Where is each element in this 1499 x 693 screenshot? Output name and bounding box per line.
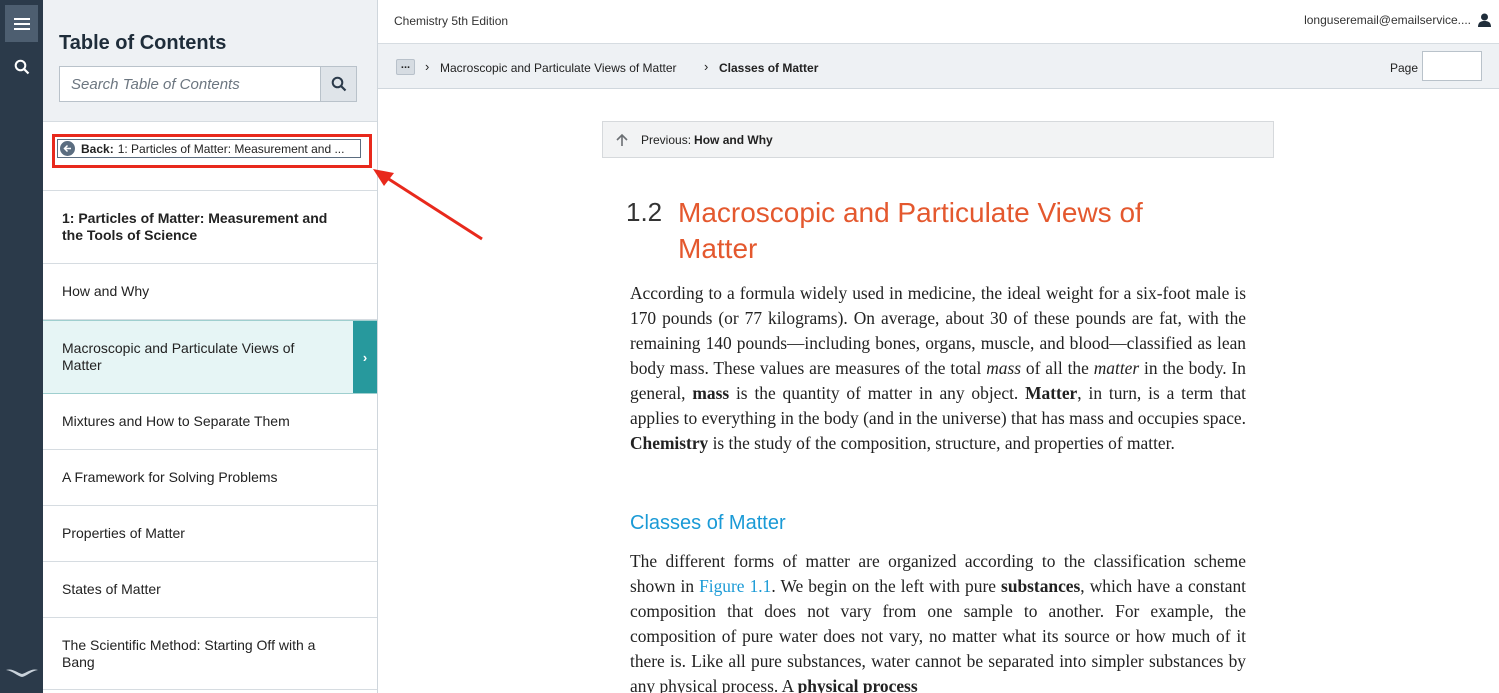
toc-item-label: A Framework for Solving Problems	[62, 469, 278, 485]
rail-search-button[interactable]	[5, 50, 38, 83]
book-title: Chemistry 5th Edition	[394, 14, 509, 28]
toc-item[interactable]: Properties of Matter	[43, 506, 377, 562]
toc-item-label: How and Why	[62, 283, 150, 299]
chevron-right-icon[interactable]: ›	[353, 321, 377, 393]
annotation-arrow	[373, 169, 483, 241]
paragraph: The different forms of matter are organi…	[630, 551, 1246, 693]
breadcrumb-separator: ›	[425, 59, 430, 74]
toc-search-button[interactable]	[320, 67, 356, 101]
toc-item[interactable]: A Framework for Solving Problems	[43, 450, 377, 506]
section-title: Macroscopic and Particulate Views of Mat…	[678, 197, 1143, 264]
page-input[interactable]	[1422, 51, 1482, 81]
toc-search-input[interactable]	[60, 67, 320, 101]
brand-logo	[4, 660, 39, 684]
breadcrumb-more-button[interactable]: ...	[396, 59, 415, 75]
toc-item[interactable]: How and Why	[43, 264, 377, 320]
user-icon	[1478, 13, 1491, 27]
toc-item-label: The Scientific Method: Starting Off with…	[62, 636, 316, 670]
toc-item-label: Mixtures and How to Separate Them	[62, 413, 290, 429]
toc-item[interactable]: The Scientific Method: Starting Off with…	[43, 618, 377, 690]
breadcrumb-current: Classes of Matter	[719, 61, 819, 75]
toc-item-label: Macroscopic and Particulate Views of Mat…	[62, 340, 295, 373]
toc-item-label: Properties of Matter	[62, 525, 185, 541]
arrow-up-icon	[615, 133, 629, 147]
figure-link[interactable]: Figure 1.1	[699, 576, 771, 596]
toc-item-chapter[interactable]: 1: Particles of Matter: Measurement and …	[43, 191, 377, 264]
previous-link[interactable]: Previous: How and Why	[602, 121, 1274, 158]
back-label: Back:	[81, 141, 114, 156]
breadcrumb-separator: ›	[704, 59, 709, 74]
toc-sidebar: Table of Contents Back: 1: Particles of …	[43, 0, 378, 693]
previous-title: How and Why	[694, 132, 773, 147]
toc-search	[59, 66, 357, 102]
breadcrumb: ... › Macroscopic and Particulate Views …	[378, 44, 1499, 89]
app-rail	[0, 0, 43, 693]
back-target: 1: Particles of Matter: Measurement and …	[117, 141, 345, 156]
back-arrow-icon	[60, 141, 75, 156]
paragraph: According to a formula widely used in me…	[630, 283, 1246, 453]
toc-list: 1: Particles of Matter: Measurement and …	[43, 191, 377, 690]
toc-item[interactable]: Mixtures and How to Separate Them	[43, 394, 377, 450]
menu-button[interactable]	[5, 5, 38, 42]
back-row: Back: 1: Particles of Matter: Measuremen…	[43, 123, 377, 191]
back-button[interactable]: Back: 1: Particles of Matter: Measuremen…	[57, 139, 361, 158]
toc-item-label: 1: Particles of Matter: Measurement and …	[62, 210, 328, 243]
search-icon	[14, 59, 29, 74]
toc-item-active[interactable]: Macroscopic and Particulate Views of Mat…	[43, 320, 377, 394]
subheading: Classes of Matter	[630, 512, 786, 534]
previous-label: Previous:	[641, 132, 692, 147]
user-email: longuseremail@emailservice....	[1304, 13, 1471, 27]
search-icon	[331, 76, 346, 92]
breadcrumb-link-section[interactable]: Macroscopic and Particulate Views of Mat…	[440, 61, 677, 75]
user-menu[interactable]: longuseremail@emailservice....	[1304, 13, 1491, 27]
bird-logo-icon	[5, 669, 38, 677]
page-label: Page	[1390, 61, 1419, 75]
toc-item[interactable]: States of Matter	[43, 562, 377, 618]
hamburger-icon	[13, 17, 30, 30]
toc-header: Table of Contents	[43, 0, 377, 122]
toc-title: Table of Contents	[59, 32, 227, 54]
section-number: 1.2	[626, 197, 663, 227]
top-bar: Chemistry 5th Edition longuseremail@emai…	[378, 0, 1499, 44]
toc-item-label: States of Matter	[62, 581, 161, 597]
